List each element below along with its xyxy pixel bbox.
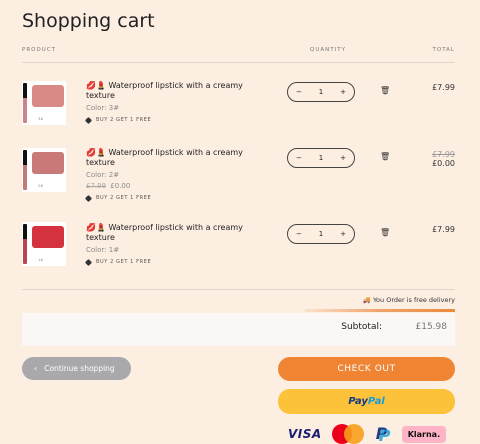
checkout-button[interactable]: CHECK OUT [278,357,455,381]
minus-icon[interactable]: − [296,88,302,96]
lips-swatch-image [32,226,64,248]
product-name[interactable]: 💋💄 Waterproof lipstick with a creamy tex… [86,81,246,100]
subtotal-panel [22,313,455,346]
minus-icon[interactable]: − [296,154,302,162]
promo-label: BUY 2 GET 1 FREE [84,116,246,124]
product-variant: Color: 3# [86,104,120,112]
continue-shopping-label: Continue shopping [44,364,115,373]
original-total: £7.99 [432,150,455,159]
lipstick-image [23,224,27,264]
lips-swatch-image [32,152,64,174]
delivery-progress-bar [305,309,455,312]
lips-lipstick-emoji: 💋💄 [86,81,106,90]
tag-icon [84,258,93,266]
product-name-text: Waterproof lipstick with a creamy textur… [86,223,243,242]
line-total: £7.99 [432,225,455,234]
discounted-price: £0.00 [110,182,131,190]
product-name-text: Waterproof lipstick with a creamy textur… [86,81,243,100]
plus-icon[interactable]: + [340,230,346,238]
quantity-input[interactable]: 1 [319,154,323,162]
trash-icon[interactable]: 🗑 [380,86,390,95]
continue-shopping-button[interactable]: ‹ Continue shopping [22,357,131,380]
minus-icon[interactable]: − [296,230,302,238]
column-header-product: PRODUCT [22,47,56,53]
items-divider [22,289,455,290]
trash-icon[interactable]: 🗑 [380,228,390,237]
visa-logo: VISA [288,427,322,441]
product-name[interactable]: 💋💄 Waterproof lipstick with a creamy tex… [86,148,246,167]
promo-text: BUY 2 GET 1 FREE [96,117,152,123]
paypal-mark-icon: PP [375,424,391,444]
quantity-input[interactable]: 1 [319,88,323,96]
trash-icon[interactable]: 🗑 [380,152,390,161]
product-variant: Color: 1# [86,246,120,254]
delivery-notice: 🚚 You Order is free delivery [363,296,455,304]
quantity-stepper: − 1 + [287,224,355,244]
lipstick-image [23,83,27,123]
payment-methods: VISA PP Klarna. [288,424,447,444]
subtotal-label: Subtotal: [341,322,382,332]
paypal-logo-pal: Pal [367,396,385,407]
product-name-text: Waterproof lipstick with a creamy textur… [86,148,243,167]
lips-swatch-image [32,85,64,107]
product-name[interactable]: 💋💄 Waterproof lipstick with a creamy tex… [86,223,246,242]
delivery-text: You Order is free delivery [372,296,455,304]
lips-lipstick-emoji: 💋💄 [86,223,106,232]
quantity-stepper: − 1 + [287,148,355,168]
header-divider [22,62,455,63]
promo-text: BUY 2 GET 1 FREE [96,195,152,201]
product-info: 💋💄 Waterproof lipstick with a creamy tex… [84,81,246,124]
product-image[interactable]: 2# [22,148,66,192]
product-image[interactable]: 3# [22,81,66,125]
lipstick-image [23,150,27,190]
checkout-label: CHECK OUT [337,364,396,374]
shade-code: 1# [38,258,44,262]
unit-price: £7.99 £0.00 [86,182,246,190]
paypal-logo-pay: Pay [348,396,368,407]
subtotal-value: £15.98 [415,322,448,332]
tag-icon [84,194,93,202]
page-title: Shopping cart [22,10,155,32]
promo-label: BUY 2 GET 1 FREE [84,258,246,266]
chevron-left-icon: ‹ [34,364,38,373]
product-info: 💋💄 Waterproof lipstick with a creamy tex… [84,148,246,202]
shade-code: 3# [38,117,44,121]
line-total: £7.99 £0.00 [432,150,455,168]
line-total: £7.99 [432,83,455,92]
product-variant: Color: 2# [86,171,120,179]
lips-lipstick-emoji: 💋💄 [86,148,106,157]
tag-icon [84,116,93,124]
klarna-logo: Klarna. [401,425,447,443]
promo-text: BUY 2 GET 1 FREE [96,259,152,265]
product-image[interactable]: 1# [22,222,66,266]
promo-label: BUY 2 GET 1 FREE [84,194,246,202]
discounted-total: £0.00 [432,159,455,168]
mastercard-logo [331,424,364,444]
plus-icon[interactable]: + [340,154,346,162]
quantity-input[interactable]: 1 [319,230,323,238]
original-price: £7.99 [86,182,107,190]
product-info: 💋💄 Waterproof lipstick with a creamy tex… [84,223,246,266]
truck-icon: 🚚 [362,296,371,304]
column-header-total: TOTAL [432,47,455,53]
column-header-quantity: QUANTITY [310,47,346,53]
paypal-button[interactable]: Pay Pal [278,389,455,414]
shade-code: 2# [38,184,44,188]
quantity-stepper: − 1 + [287,82,355,102]
plus-icon[interactable]: + [340,88,346,96]
